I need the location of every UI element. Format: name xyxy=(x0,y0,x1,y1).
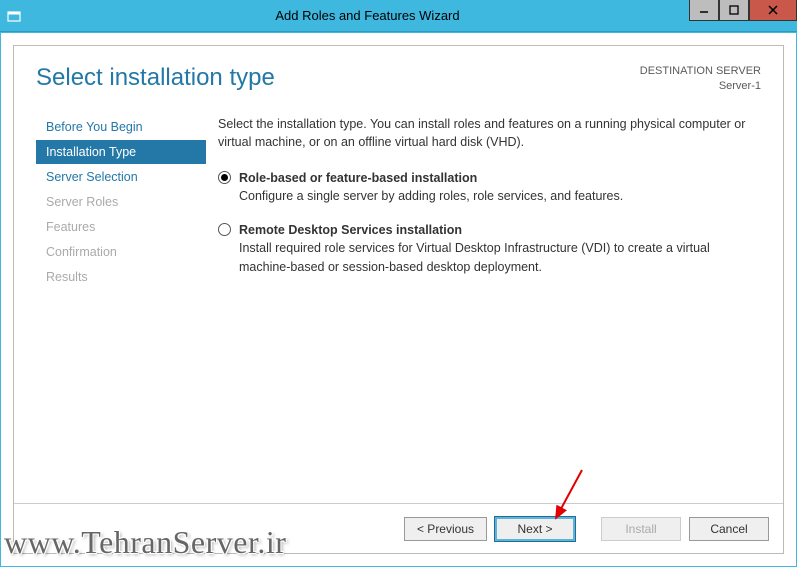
install-button: Install xyxy=(601,517,681,541)
cancel-button[interactable]: Cancel xyxy=(689,517,769,541)
wizard-panel: Select installation type DESTINATION SER… xyxy=(13,45,784,554)
step-server-roles: Server Roles xyxy=(36,190,206,214)
destination-value: Server-1 xyxy=(640,79,761,94)
window-title: Add Roles and Features Wizard xyxy=(28,8,797,23)
destination-info: DESTINATION SERVER Server-1 xyxy=(640,64,761,95)
radio-icon[interactable] xyxy=(218,223,231,236)
step-before-you-begin[interactable]: Before You Begin xyxy=(36,115,206,139)
radio-icon[interactable] xyxy=(218,171,231,184)
option-label: Remote Desktop Services installation xyxy=(239,221,757,239)
window-body: Select installation type DESTINATION SER… xyxy=(0,32,797,567)
wizard-footer: < Previous Next > Install Cancel xyxy=(14,503,783,553)
next-button[interactable]: Next > xyxy=(495,517,575,541)
close-button[interactable] xyxy=(749,0,797,21)
option-remote-desktop[interactable]: Remote Desktop Services installation Ins… xyxy=(218,221,757,275)
window-controls xyxy=(689,0,797,21)
maximize-button[interactable] xyxy=(719,0,749,21)
page-title: Select installation type xyxy=(36,64,640,95)
option-label: Role-based or feature-based installation xyxy=(239,169,757,187)
step-server-selection[interactable]: Server Selection xyxy=(36,165,206,189)
body-row: Before You Begin Installation Type Serve… xyxy=(14,105,783,503)
content-area: Select the installation type. You can in… xyxy=(206,105,761,503)
minimize-button[interactable] xyxy=(689,0,719,21)
step-installation-type[interactable]: Installation Type xyxy=(36,140,206,164)
option-desc: Configure a single server by adding role… xyxy=(239,187,757,205)
header-row: Select installation type DESTINATION SER… xyxy=(14,46,783,105)
step-confirmation: Confirmation xyxy=(36,240,206,264)
destination-label: DESTINATION SERVER xyxy=(640,64,761,79)
step-features: Features xyxy=(36,215,206,239)
step-results: Results xyxy=(36,265,206,289)
titlebar[interactable]: Add Roles and Features Wizard xyxy=(0,0,797,32)
option-desc: Install required role services for Virtu… xyxy=(239,239,757,275)
intro-text: Select the installation type. You can in… xyxy=(218,115,757,151)
option-role-based[interactable]: Role-based or feature-based installation… xyxy=(218,169,757,205)
previous-button[interactable]: < Previous xyxy=(404,517,487,541)
app-icon xyxy=(0,0,28,32)
wizard-steps-sidebar: Before You Begin Installation Type Serve… xyxy=(36,105,206,503)
